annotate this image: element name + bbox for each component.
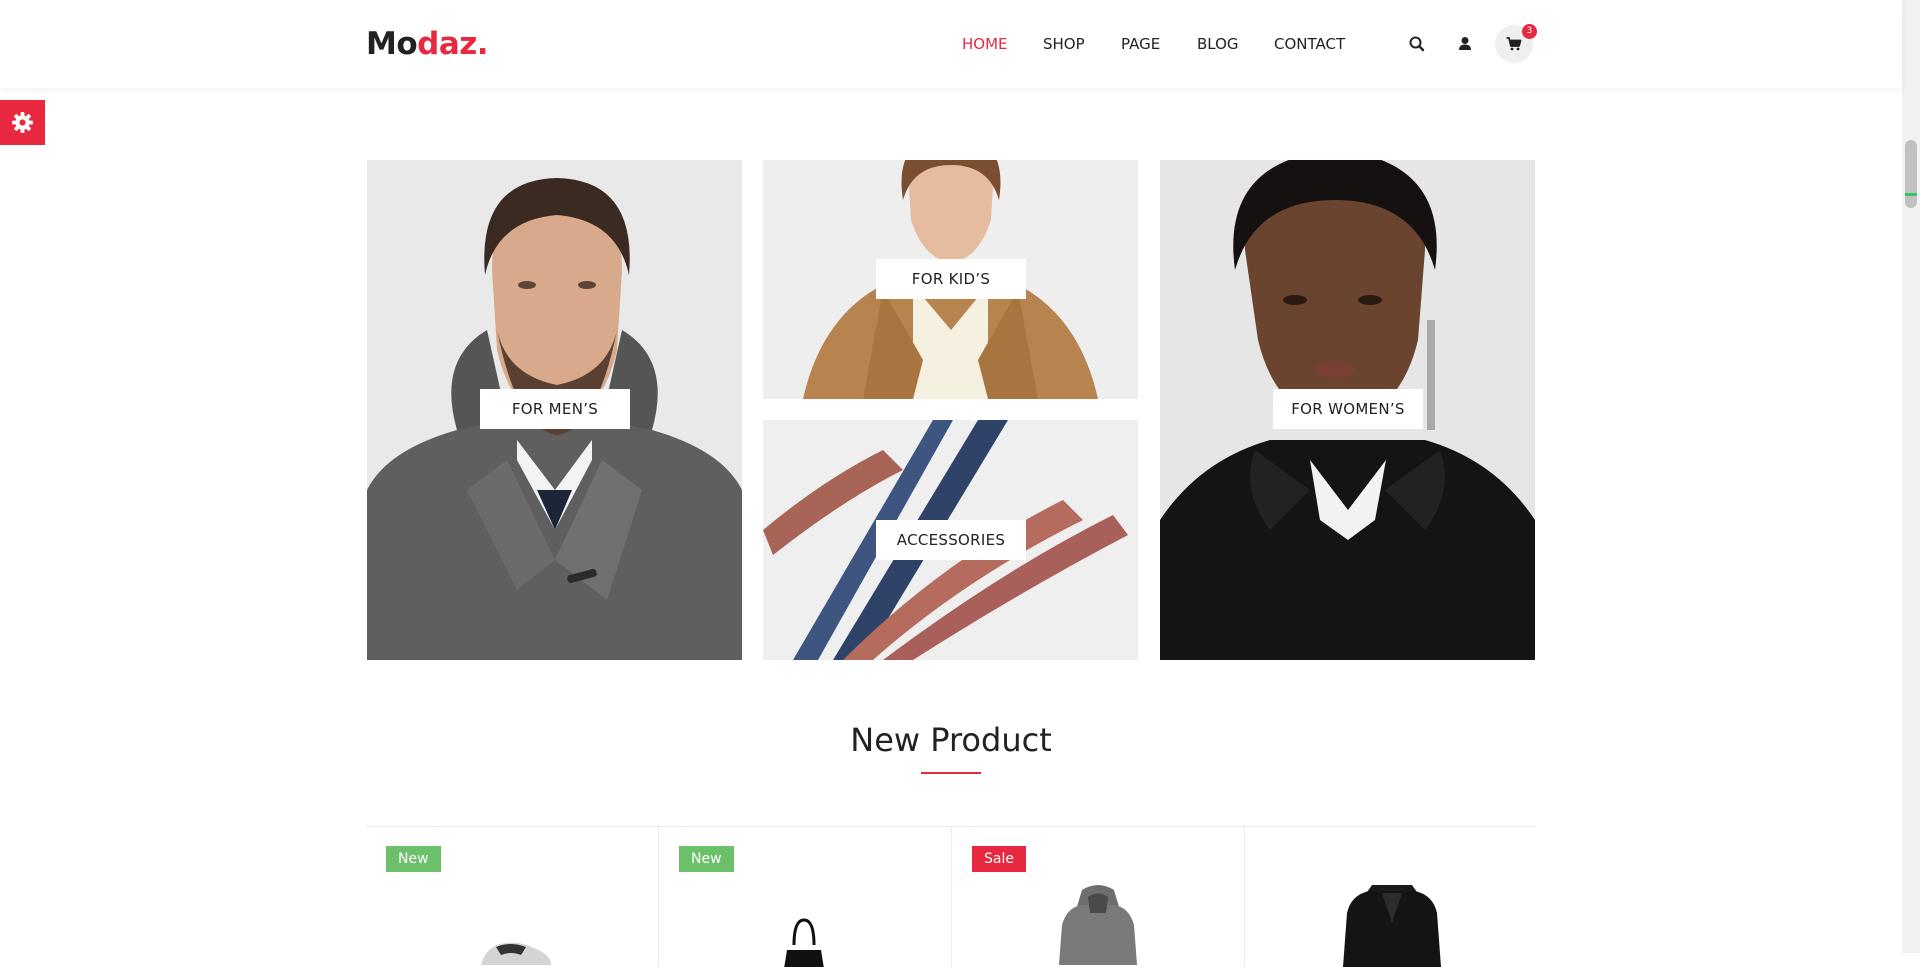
new-product-heading: New Product xyxy=(850,721,1052,759)
banner-accessories-label[interactable]: ACCESSORIES xyxy=(876,520,1026,560)
sneaker-product-image[interactable] xyxy=(476,935,556,967)
banner-kids-label[interactable]: FOR KID’S xyxy=(876,259,1026,299)
search-icon[interactable] xyxy=(1407,34,1427,54)
banner-kids[interactable]: FOR KID’S xyxy=(763,160,1138,399)
nav-home-link[interactable]: HOME xyxy=(962,34,1008,54)
page-scrollbar[interactable] xyxy=(1902,0,1920,953)
banner-accessories[interactable]: ACCESSORIES xyxy=(763,420,1138,660)
product-tag-new: New xyxy=(679,846,734,872)
nav-contact-link[interactable]: CONTACT xyxy=(1274,34,1345,54)
product-tag-new: New xyxy=(386,846,441,872)
cart-count-badge: 3 xyxy=(1522,24,1537,39)
logo-part-mo: Mo xyxy=(366,26,418,62)
gear-icon xyxy=(11,111,34,134)
nav-blog-link[interactable]: BLOG xyxy=(1197,34,1239,54)
handbag-product-image[interactable] xyxy=(779,915,829,967)
product-card[interactable] xyxy=(1245,827,1536,967)
nav-shop-link[interactable]: SHOP xyxy=(1043,34,1085,54)
site-header: Modaz. HOME SHOP PAGE BLOG CONTACT 3 xyxy=(0,0,1902,88)
cart-button[interactable]: 3 xyxy=(1495,24,1537,63)
logo-part-daz: daz. xyxy=(417,26,489,62)
banner-women[interactable]: FOR WOMEN’S xyxy=(1160,160,1535,660)
brand-logo[interactable]: Modaz. xyxy=(366,26,489,62)
scrollbar-thumb[interactable] xyxy=(1905,140,1917,208)
cart-icon xyxy=(1506,37,1522,51)
banner-men[interactable]: FOR MEN’S xyxy=(367,160,742,660)
product-card[interactable]: Sale xyxy=(952,827,1245,967)
product-card[interactable]: New xyxy=(366,827,659,967)
product-card[interactable]: New xyxy=(659,827,952,967)
settings-toggle-button[interactable] xyxy=(0,100,45,145)
black-blazer-product-image[interactable] xyxy=(1337,883,1447,967)
banner-men-label[interactable]: FOR MEN’S xyxy=(480,389,630,429)
nav-page-link[interactable]: PAGE xyxy=(1121,34,1160,54)
user-icon[interactable] xyxy=(1455,34,1475,54)
product-tag-sale: Sale xyxy=(972,846,1026,872)
heading-underline xyxy=(921,772,981,774)
scrollbar-marker xyxy=(1905,193,1917,196)
banner-women-label[interactable]: FOR WOMEN’S xyxy=(1273,389,1423,429)
grey-hooded-coat-product-image[interactable] xyxy=(1052,885,1144,965)
